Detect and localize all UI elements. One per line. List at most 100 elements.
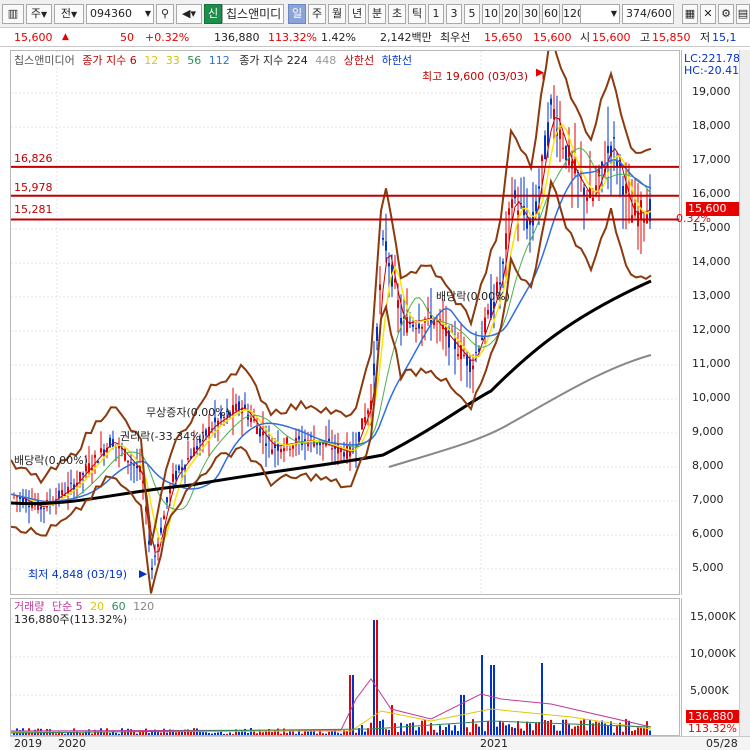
candle-body xyxy=(472,365,474,370)
volume-bar xyxy=(640,727,642,735)
interval-input[interactable]: ▼ xyxy=(580,4,620,24)
volume-bar xyxy=(205,732,207,735)
volume-readout: 136,880주(113.32%) xyxy=(14,613,128,626)
volume-bar xyxy=(355,732,357,735)
volume-bar xyxy=(433,729,435,735)
low-annotation: 최저 4,848 (03/19) xyxy=(28,568,128,581)
candle-body xyxy=(346,444,348,459)
candle-body xyxy=(484,317,486,333)
volume-bar xyxy=(286,732,288,735)
tab-day[interactable]: 일 xyxy=(288,4,306,24)
candle-body xyxy=(313,441,315,447)
volume-bar xyxy=(643,727,645,735)
volume-bar xyxy=(82,732,84,735)
candle-body xyxy=(607,145,609,154)
chevron-down-icon: ▼ xyxy=(144,9,151,18)
volume-bar xyxy=(226,733,228,735)
chart-menu-icon[interactable]: ▥ xyxy=(2,4,24,24)
high-price: 15,850 xyxy=(652,31,691,44)
volume-bar xyxy=(223,733,225,735)
cross-icon[interactable]: ✕ xyxy=(700,4,716,24)
price-chart-panel[interactable] xyxy=(10,50,680,595)
interval-3[interactable]: 3 xyxy=(446,4,462,24)
market-select[interactable]: 주▼ xyxy=(26,4,52,24)
tab-minute[interactable]: 분 xyxy=(368,4,386,24)
candle-body xyxy=(511,199,513,208)
volume-bar xyxy=(484,731,486,735)
settings-icon[interactable]: ⚙ xyxy=(718,4,734,24)
price-tick: 14,000 xyxy=(692,255,731,268)
bar-count-input[interactable]: 374/600 xyxy=(622,4,674,24)
volume-tick: 15,000K xyxy=(690,610,736,623)
volume-bar xyxy=(583,719,585,735)
candle-body xyxy=(592,197,594,201)
tab-tick[interactable]: 틱 xyxy=(408,4,426,24)
candle-body xyxy=(535,201,537,212)
candle-body xyxy=(289,448,291,450)
candle-body xyxy=(487,309,489,315)
volume-bar xyxy=(385,729,387,735)
candle-body xyxy=(502,261,504,264)
toolbar: ▥ 주▼ 전▼ 094360 ▼ ⚲ ◀▾ 신 칩스앤미디 일 주 월 년 분 초… xyxy=(0,0,750,28)
volume-bar xyxy=(553,725,555,735)
volume-bar xyxy=(208,732,210,735)
price-tick: 19,000 xyxy=(692,85,731,98)
candle-body xyxy=(28,505,30,508)
volume-bar xyxy=(496,726,498,735)
volume-bar xyxy=(529,723,531,735)
volume-bar xyxy=(508,724,510,735)
stock-code-input[interactable]: 094360 ▼ xyxy=(86,4,154,24)
volume-bar xyxy=(514,727,516,735)
candle-body xyxy=(232,405,234,414)
period-select[interactable]: 전▼ xyxy=(54,4,84,24)
volume-bar xyxy=(565,719,567,735)
search-button[interactable]: ⚲ xyxy=(156,4,174,24)
interval-60[interactable]: 60 xyxy=(542,4,560,24)
candle-body xyxy=(157,543,159,547)
volume-bar xyxy=(427,731,429,735)
volume-bar xyxy=(199,731,201,735)
candle-body xyxy=(418,323,420,329)
volume-bar xyxy=(523,730,525,735)
legend-ma-label: 종가 지수 xyxy=(82,54,127,67)
volume-bar xyxy=(301,733,303,735)
volume-bar xyxy=(631,731,633,735)
volume-bar xyxy=(157,732,159,735)
grid-icon[interactable]: ▦ xyxy=(682,4,698,24)
layout-icon[interactable]: ▤ xyxy=(736,4,750,24)
interval-5[interactable]: 5 xyxy=(464,4,480,24)
volume-bar xyxy=(538,722,540,735)
level-label-3: 15,281 xyxy=(14,203,53,216)
sound-button[interactable]: ◀▾ xyxy=(176,4,202,24)
current-change-pct: 0.32% xyxy=(676,212,711,225)
volume-bar xyxy=(478,726,480,735)
interval-1[interactable]: 1 xyxy=(428,4,444,24)
volume-bar xyxy=(403,731,405,735)
volume-bar xyxy=(115,732,117,735)
interval-30[interactable]: 30 xyxy=(522,4,540,24)
price-change-pct: +0.32% xyxy=(145,31,190,44)
interval-20[interactable]: 20 xyxy=(502,4,520,24)
legend-ma6: 6 xyxy=(129,54,137,67)
up-arrow-icon: ▲ xyxy=(62,32,69,42)
price-chart[interactable] xyxy=(11,51,679,594)
volume-bar xyxy=(55,733,57,735)
volume-tick: 5,000K xyxy=(690,684,729,697)
volume-bar xyxy=(109,733,111,735)
ma112-line xyxy=(11,279,652,506)
candle-body xyxy=(187,458,189,460)
vertical-scrollbar[interactable] xyxy=(739,50,750,736)
tab-year[interactable]: 년 xyxy=(348,4,366,24)
candle-body xyxy=(559,129,561,139)
volume-bar xyxy=(328,731,330,735)
ex-dividend-annotation-1: 배당락(0.00%) xyxy=(14,454,88,467)
interval-10[interactable]: 10 xyxy=(482,4,500,24)
volume-bar xyxy=(595,721,597,735)
volume-bar xyxy=(322,733,324,735)
tab-second[interactable]: 초 xyxy=(388,4,406,24)
volume-bar xyxy=(517,721,519,735)
quote-bar: 15,600 ▲ 50 +0.32% 136,880 113.32% 1.42%… xyxy=(0,28,750,47)
volume-bar xyxy=(325,733,327,735)
tab-month[interactable]: 월 xyxy=(328,4,346,24)
tab-week[interactable]: 주 xyxy=(308,4,326,24)
